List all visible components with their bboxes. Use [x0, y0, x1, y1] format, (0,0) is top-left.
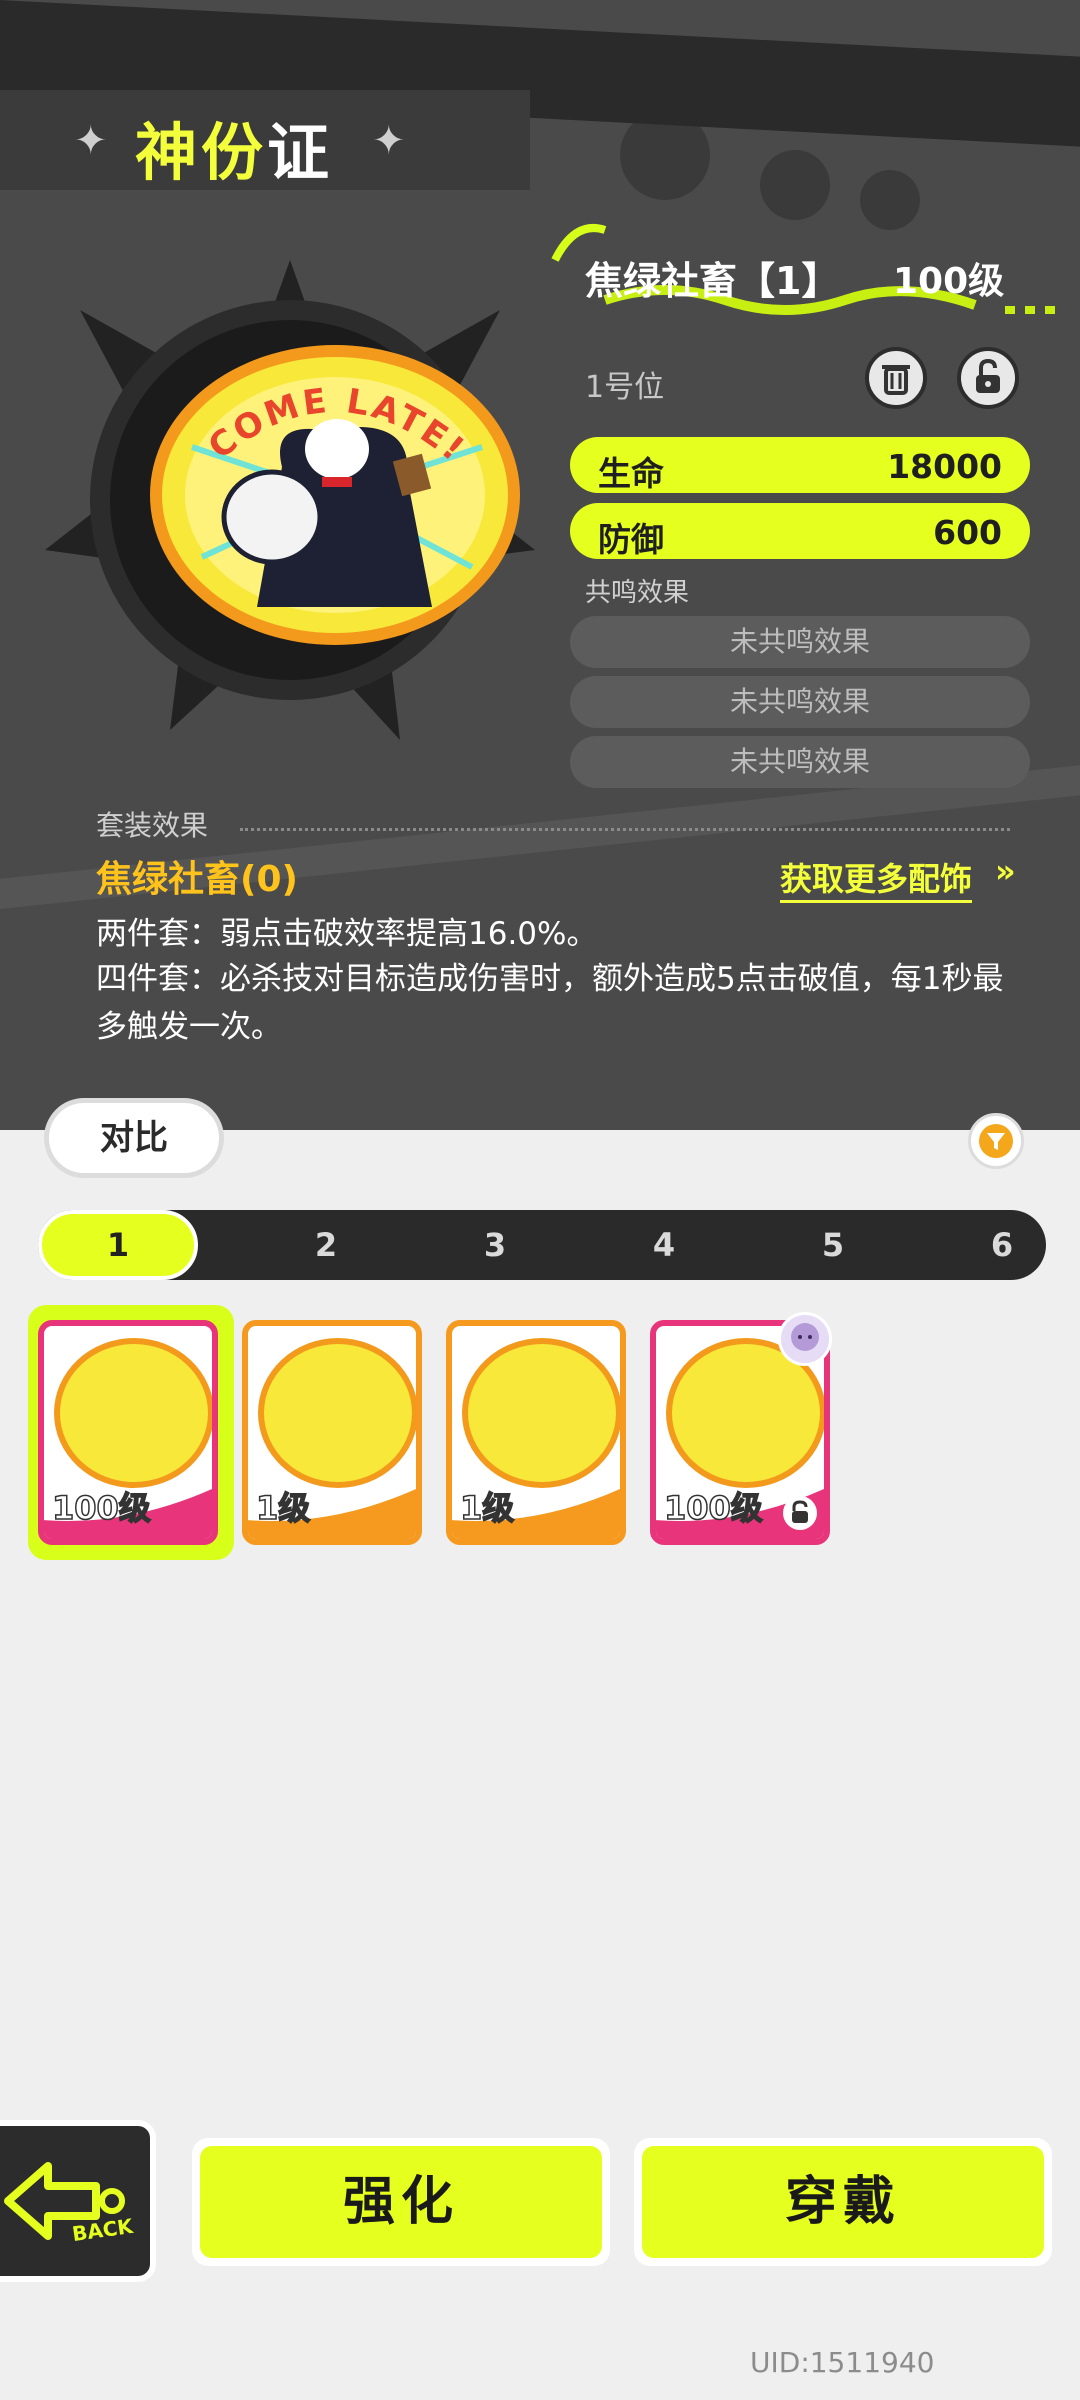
- lock-toggle-button[interactable]: [957, 347, 1019, 409]
- card-artwork: [258, 1338, 416, 1488]
- avatar-icon: [791, 1323, 819, 1351]
- set-description-4pc: 四件套：必杀技对目标造成伤害时，额外造成5点击破值，每1秒最多触发一次。: [96, 961, 1004, 1045]
- stat-label: 防御: [598, 520, 664, 559]
- tab-slot-4[interactable]: 4: [584, 1210, 744, 1280]
- inventory-card[interactable]: 1级: [446, 1320, 626, 1545]
- stat-row-hp: 生命 18000: [570, 437, 1030, 493]
- sparkle-icon: ✦: [74, 118, 108, 164]
- slot-label: 1号位: [585, 370, 665, 405]
- tab-slot-3[interactable]: 3: [415, 1210, 575, 1280]
- page-title-rest: 证: [267, 116, 334, 189]
- double-chevron-right-icon[interactable]: »: [995, 852, 1016, 890]
- card-artwork: [462, 1338, 620, 1488]
- trash-icon: [882, 365, 910, 395]
- inventory-empty-area: [0, 1560, 1080, 2100]
- resonance-title: 共鸣效果: [585, 578, 690, 608]
- divider: [240, 828, 1010, 831]
- get-more-accessories-link[interactable]: 获取更多配饰: [780, 854, 973, 903]
- tab-slot-6[interactable]: 6: [922, 1210, 1080, 1280]
- user-id: UID:1511940: [750, 2346, 935, 2379]
- sparkle-icon: ✦: [372, 118, 406, 164]
- back-button[interactable]: [0, 2120, 156, 2282]
- discard-button[interactable]: [865, 347, 927, 409]
- filter-icon: [979, 1124, 1013, 1158]
- set-effect-title: 套装效果: [96, 809, 209, 842]
- badge-artwork: COME LATE!: [40, 250, 540, 750]
- inventory-card[interactable]: 100级: [38, 1320, 218, 1545]
- slot-tab-bar: 1 2 3 4 5 6: [38, 1210, 1046, 1280]
- item-name: 焦绿社畜【1】: [585, 259, 840, 303]
- resonance-row: 未共鸣效果: [570, 616, 1030, 668]
- compare-button[interactable]: 对比: [44, 1098, 224, 1178]
- tab-slot-2[interactable]: 2: [246, 1210, 406, 1280]
- badge-emblem: COME LATE!: [150, 345, 520, 645]
- card-artwork: [54, 1338, 212, 1488]
- resonance-row: 未共鸣效果: [570, 676, 1030, 728]
- stat-label: 生命: [598, 454, 664, 493]
- stat-value: 600: [933, 513, 1002, 552]
- badge-text: COME LATE!: [201, 381, 474, 471]
- tab-slot-1[interactable]: 1: [38, 1210, 198, 1280]
- lock-icon: [783, 1496, 817, 1530]
- back-arrow-icon: [4, 2162, 125, 2240]
- resonance-row: 未共鸣效果: [570, 736, 1030, 788]
- card-level: 1级: [255, 1488, 311, 1528]
- inventory-card[interactable]: 1级: [242, 1320, 422, 1545]
- svg-text:COME LATE!: COME LATE!: [201, 381, 474, 471]
- equip-button-label: 穿戴: [642, 2146, 1044, 2258]
- card-level: 100级: [663, 1488, 763, 1528]
- filter-button[interactable]: [968, 1113, 1024, 1169]
- stat-value: 18000: [887, 447, 1002, 486]
- equip-button[interactable]: 穿戴: [634, 2138, 1052, 2266]
- tab-slot-5[interactable]: 5: [753, 1210, 913, 1280]
- item-level: 100级: [893, 261, 1005, 302]
- page-title: 神份证: [135, 102, 333, 192]
- set-description-2pc: 两件套：弱点击破效率提高16.0%。: [96, 916, 598, 952]
- item-detail-panel: ✦ ✦ 神份证 COME LATE! 焦绿社畜【1】 100级 1号位 生命 1…: [0, 0, 1080, 1130]
- page-title-highlight: 神份: [135, 116, 268, 189]
- set-name: 焦绿社畜(0): [96, 859, 298, 900]
- equipped-character-avatar: [778, 1312, 832, 1366]
- unlock-icon: [976, 358, 1000, 393]
- stat-row-def: 防御 600: [570, 503, 1030, 559]
- card-level: 1级: [459, 1488, 515, 1528]
- enhance-button[interactable]: 强化: [192, 2138, 610, 2266]
- card-level: 100级: [51, 1488, 151, 1528]
- enhance-button-label: 强化: [200, 2146, 602, 2258]
